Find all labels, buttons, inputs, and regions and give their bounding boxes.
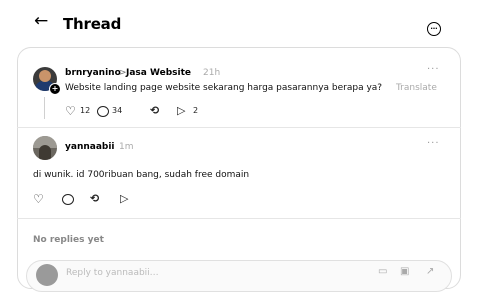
reply-timestamp: 1m	[119, 142, 134, 152]
divider	[17, 127, 461, 128]
post-text: Website landing page website sekarang ha…	[65, 83, 383, 93]
repost-icon: ⟲	[150, 104, 160, 117]
like-count: 12	[80, 106, 91, 115]
heart-icon: ♡	[33, 192, 44, 206]
comment-icon	[62, 194, 74, 205]
heart-icon: ♡	[65, 104, 76, 118]
image-icon[interactable]: ▣	[400, 266, 409, 277]
more-options-icon[interactable]: …	[427, 22, 441, 36]
share-icon: ▷	[120, 192, 129, 205]
gif-icon[interactable]: ▭	[378, 266, 387, 277]
community-link[interactable]: Jasa Website	[126, 67, 191, 79]
translate-link[interactable]: Translate	[396, 82, 437, 94]
comment-icon	[97, 106, 109, 117]
post-more-icon[interactable]: ···	[427, 64, 440, 75]
composer-placeholder[interactable]: Reply to yannaabii…	[66, 268, 159, 278]
back-arrow-icon[interactable]: ←	[34, 12, 48, 30]
reply-text: di wunik. id 700ribuan bang, sudah free …	[33, 170, 250, 180]
reply-username[interactable]: yannaabii	[65, 141, 115, 153]
repost-icon: ⟲	[90, 192, 100, 205]
share-icon: ▷	[177, 104, 186, 117]
share-count: 2	[193, 106, 199, 115]
reply-more-icon[interactable]: ···	[427, 138, 440, 149]
no-replies-label: No replies yet	[33, 235, 104, 245]
divider	[17, 218, 461, 219]
comment-count: 34	[112, 106, 123, 115]
avatar	[36, 264, 58, 286]
reply-avatar[interactable]	[33, 136, 57, 160]
page-title: Thread	[63, 15, 122, 33]
thread-connector	[44, 97, 45, 119]
post-username[interactable]: brnryanino	[65, 67, 121, 79]
post-timestamp: 21h	[203, 68, 221, 78]
expand-icon[interactable]: ↗	[426, 266, 434, 277]
follow-plus-icon[interactable]: +	[49, 83, 61, 95]
